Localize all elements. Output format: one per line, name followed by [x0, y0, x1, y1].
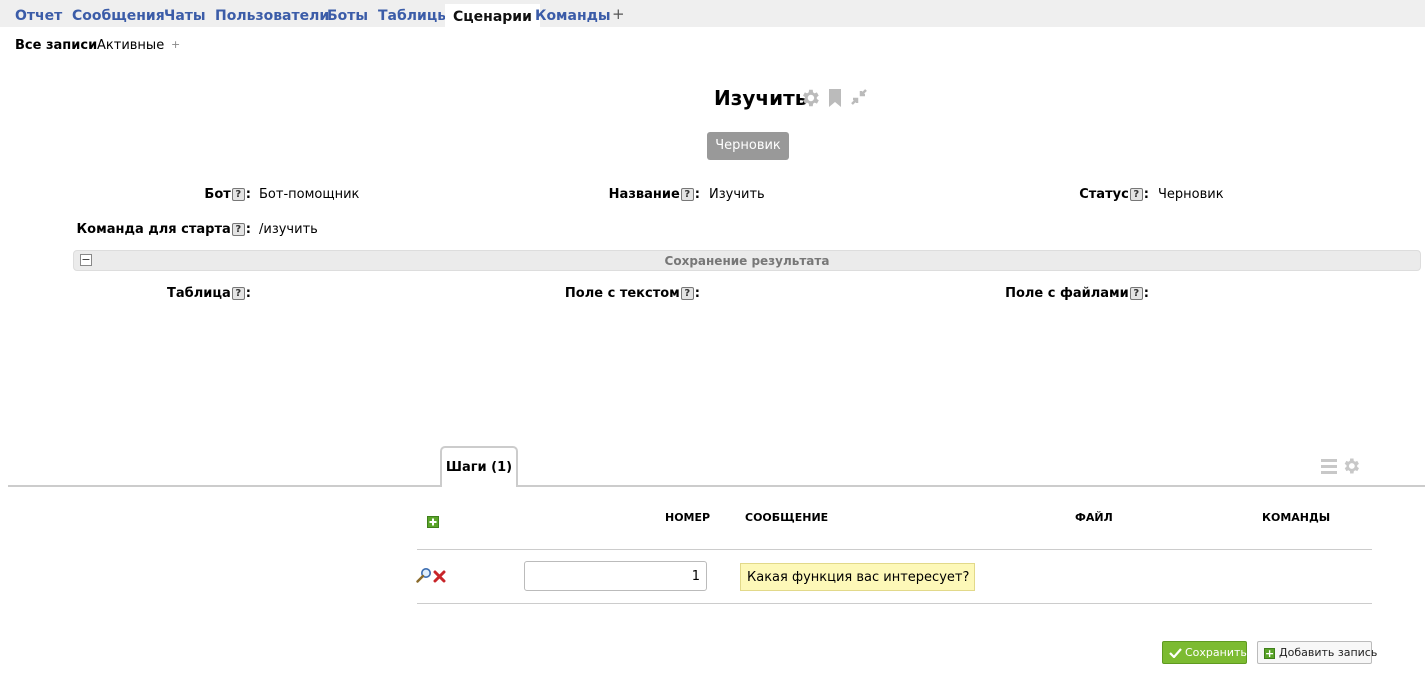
field-label-bot: Бот?: — [204, 187, 251, 202]
section-save-result: − Сохранение результата — [73, 250, 1421, 271]
add-record-button-label: Добавить запись — [1279, 646, 1378, 659]
field-label-status: Статус?: — [1079, 187, 1149, 202]
top-tab-bar: Отчет Сообщения Чаты Пользователи Боты Т… — [0, 0, 1425, 27]
tab-bots[interactable]: Боты — [327, 8, 368, 24]
magnifier-icon[interactable] — [416, 567, 432, 587]
add-filter-button[interactable]: + — [171, 38, 180, 51]
field-label-text-field: Поле с текстом?: — [564, 286, 700, 301]
collapse-icon[interactable] — [849, 87, 869, 113]
column-header-file[interactable]: ФАЙЛ — [1075, 511, 1113, 524]
field-value-name: Изучить — [709, 187, 765, 202]
subtab-active[interactable]: Активные — [97, 38, 164, 53]
help-icon[interactable]: ? — [231, 287, 245, 300]
field-label-files-field: Поле с файлами?: — [1005, 286, 1149, 301]
checkmark-icon — [1169, 646, 1185, 659]
add-tab-button[interactable]: + — [612, 5, 625, 23]
step-number-input[interactable]: 1 — [524, 561, 707, 591]
help-icon[interactable]: ? — [231, 223, 245, 236]
tab-chats[interactable]: Чаты — [164, 8, 206, 24]
field-label-start-command: Команда для старта?: — [76, 222, 251, 237]
status-draft-button[interactable]: Черновик — [707, 132, 789, 160]
subtab-all-records[interactable]: Все записи — [15, 38, 97, 53]
save-button-label: Сохранить — [1185, 646, 1247, 659]
steps-toolbar — [1320, 456, 1361, 480]
list-icon[interactable] — [1320, 456, 1338, 480]
section-title: Сохранение результата — [664, 254, 830, 268]
help-icon[interactable]: ? — [1129, 188, 1143, 201]
tab-messages[interactable]: Сообщения — [72, 8, 165, 24]
field-value-status: Черновик — [1158, 187, 1224, 202]
tab-users[interactable]: Пользователи — [215, 8, 329, 24]
gear-icon[interactable] — [1341, 456, 1361, 480]
plus-icon: + — [1264, 646, 1275, 660]
column-header-message[interactable]: СООБЩЕНИЕ — [745, 511, 828, 524]
steps-tab-divider — [8, 485, 1425, 487]
help-icon[interactable]: ? — [1129, 287, 1143, 300]
table-row-divider — [417, 603, 1372, 604]
tab-report[interactable]: Отчет — [15, 8, 62, 24]
field-value-start-command: /изучить — [259, 222, 318, 237]
save-button[interactable]: Сохранить — [1162, 641, 1247, 664]
tab-scenarios[interactable]: Сценарии — [445, 4, 540, 27]
column-header-number[interactable]: НОМЕР — [665, 511, 710, 524]
gear-icon[interactable] — [799, 87, 821, 113]
add-record-button[interactable]: + Добавить запись — [1257, 641, 1377, 664]
field-label-table: Таблица?: — [167, 286, 251, 301]
step-message-cell[interactable]: Какая функция вас интересует? — [740, 563, 975, 591]
add-row-icon[interactable] — [427, 513, 439, 532]
field-value-bot: Бот-помощник — [259, 187, 360, 202]
column-header-commands[interactable]: КОМАНДЫ — [1262, 511, 1330, 524]
field-label-name: Название?: — [608, 187, 700, 202]
help-icon[interactable]: ? — [680, 188, 694, 201]
help-icon[interactable]: ? — [680, 287, 694, 300]
tab-commands[interactable]: Команды — [535, 8, 611, 24]
bookmark-icon[interactable] — [827, 87, 843, 113]
table-header-divider — [417, 549, 1372, 550]
delete-icon[interactable] — [433, 568, 446, 587]
help-icon[interactable]: ? — [231, 188, 245, 201]
title-actions — [799, 87, 869, 113]
record-title: Изучить — [714, 86, 808, 110]
tab-steps[interactable]: Шаги (1) — [440, 446, 518, 487]
tab-tables[interactable]: Таблицы — [378, 8, 450, 24]
